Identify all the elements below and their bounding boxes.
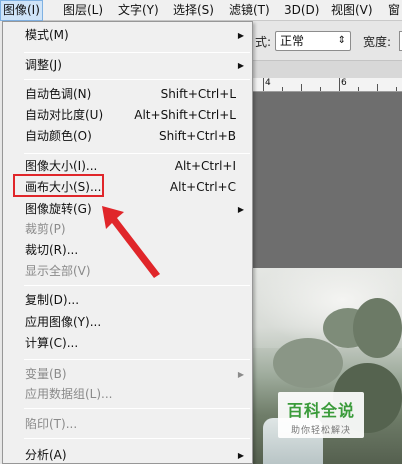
ruler-tick [396,87,397,91]
menu-separator [24,52,250,53]
menu-separator [24,438,250,439]
menu-item-apply-data-set: 应用数据组(L)... [4,384,252,405]
menu-filter[interactable]: 滤镜(T) [229,0,270,21]
menu-item-variables: 变量(B) ▶ [4,364,252,385]
menu-item-label: 应用数据组(L)... [25,387,113,401]
menu-item-duplicate[interactable]: 复制(D)... [4,290,252,311]
menu-item-label: 自动对比度(U) [25,108,104,122]
ruler-tick [263,78,264,91]
menu-item-label: 复制(D)... [25,293,80,307]
image-tree [353,298,402,358]
width-label: 宽度: [363,35,392,49]
menu-item-shortcut: Alt+Shift+Ctrl+L [134,108,236,122]
menu-item-trap: 陷印(T)... [4,414,252,435]
menu-window[interactable]: 窗 [388,0,400,21]
menu-item-label: 裁剪(P) [25,222,66,236]
menu-item-label: 模式(M) [25,28,69,42]
menu-item-label: 分析(A) [25,448,67,462]
style-select-value: 正常 [280,34,305,48]
style-label: 式: [255,35,272,49]
select-arrows-icon: ⇕ [337,35,346,46]
menu-separator [24,79,250,80]
ruler-tick [301,84,302,91]
submenu-arrow-icon: ▶ [237,31,244,40]
menu-item-auto-color[interactable]: 自动颜色(O) Shift+Ctrl+B [4,126,252,147]
watermark-logo: 百科全说 助你轻松解决 [278,392,364,438]
ruler-number: 6 [341,78,347,88]
menu-image[interactable]: 图像(I) [0,0,43,21]
menu-item-shortcut: Alt+Ctrl+C [169,180,236,194]
menu-item-analysis[interactable]: 分析(A) ▶ [4,445,252,464]
ruler-tick [282,87,283,91]
submenu-arrow-icon: ▶ [237,451,244,460]
menu-item-label: 计算(C)... [25,336,79,350]
menu-separator [24,359,250,360]
image-tree [273,338,343,388]
watermark-subtitle: 助你轻松解决 [290,426,351,436]
menu-separator [24,153,250,154]
menu-item-shortcut: Shift+Ctrl+L [160,87,236,101]
menu-layer[interactable]: 图层(L) [63,0,103,21]
menu-view[interactable]: 视图(V) [331,0,373,21]
style-select[interactable]: 正常 ⇕ [275,31,351,51]
horizontal-ruler: 4 6 [253,78,402,92]
ruler-number: 4 [265,78,271,88]
highlight-box [13,174,104,197]
menu-separator [24,285,250,286]
menu-item-label: 图像旋转(G) [25,202,92,216]
menu-item-mode[interactable]: 模式(M) ▶ [4,25,252,46]
menu-item-shortcut: Alt+Ctrl+I [174,159,236,173]
menu-item-label: 自动色调(N) [25,87,92,101]
watermark-title: 百科全说 [286,401,355,420]
menu-item-label: 自动颜色(O) [25,129,92,143]
menu-separator [24,408,250,409]
menu-item-label: 调整(J) [25,58,62,72]
document-tab-bar [253,61,402,78]
menu-item-auto-tone[interactable]: 自动色调(N) Shift+Ctrl+L [4,84,252,105]
menu-item-label: 陷印(T)... [25,417,78,431]
menu-bar: 图像(I) 图层(L) 文字(Y) 选择(S) 滤镜(T) 3D(D) 视图(V… [0,0,402,21]
menu-type[interactable]: 文字(Y) [118,0,159,21]
menu-item-apply-image[interactable]: 应用图像(Y)... [4,312,252,333]
submenu-arrow-icon: ▶ [237,370,244,379]
menu-item-label: 显示全部(V) [25,264,91,278]
menu-item-auto-contrast[interactable]: 自动对比度(U) Alt+Shift+Ctrl+L [4,105,252,126]
ruler-tick [320,87,321,91]
submenu-arrow-icon: ▶ [237,205,244,214]
options-bar: 式: 正常 ⇕ 宽度: [253,21,402,61]
submenu-arrow-icon: ▶ [237,61,244,70]
menu-item-label: 裁切(R)... [25,243,79,257]
ruler-tick [377,84,378,91]
menu-item-adjustments[interactable]: 调整(J) ▶ [4,55,252,76]
pointer-arrow-icon [102,206,160,278]
menu-item-shortcut: Shift+Ctrl+B [159,129,236,143]
menu-select[interactable]: 选择(S) [173,0,214,21]
menu-item-label: 变量(B) [25,367,67,381]
menu-item-label: 应用图像(Y)... [25,315,102,329]
ruler-tick [339,78,340,91]
ruler-tick [358,87,359,91]
menu-item-calculations[interactable]: 计算(C)... [4,333,252,354]
menu-3d[interactable]: 3D(D) [284,0,319,21]
